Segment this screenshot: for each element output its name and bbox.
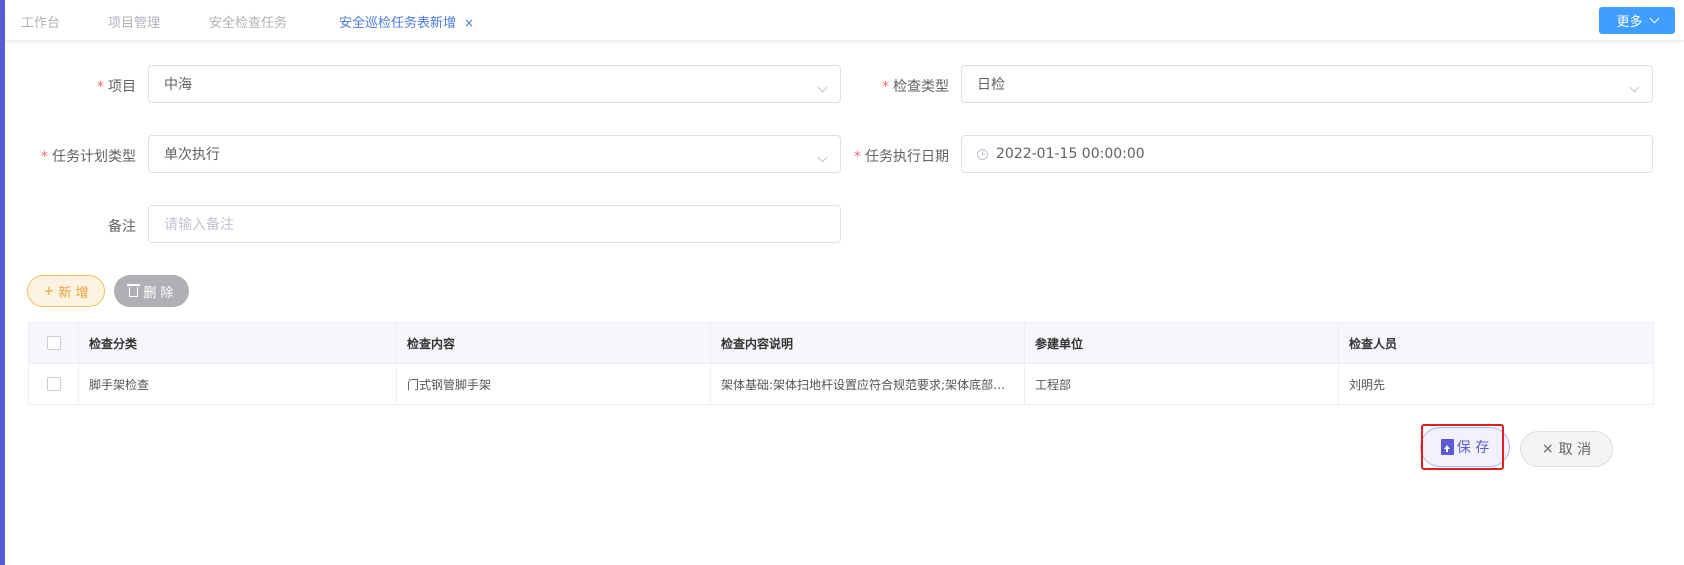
remark-placeholder: 请输入备注 (164, 217, 234, 233)
table-cell: 脚手架检查 (78, 363, 397, 405)
left-edge-bar (0, 0, 5, 565)
more-label: 更多 (1616, 15, 1643, 30)
exec-date-picker[interactable]: 2022-01-15 00:00:00 (961, 135, 1653, 173)
table-cell: 工程部 (1024, 363, 1339, 405)
clock-icon (977, 148, 988, 160)
column-header: 检查分类 (78, 322, 397, 364)
tab-safety-check-task[interactable]: 安全检查任务 (209, 12, 287, 31)
add-label: 新 增 (58, 285, 89, 301)
project-select[interactable]: 中海 (148, 65, 841, 103)
table-cell: 刘明先 (1338, 363, 1654, 405)
table-cell: 门式钢管脚手架 (396, 363, 711, 405)
tab-label: 安全巡检任务表新增 (339, 16, 457, 31)
row-checkbox[interactable] (28, 363, 79, 405)
check-type-label: * 检查类型 (882, 79, 949, 95)
file-upload-icon (1440, 439, 1454, 455)
close-icon[interactable]: × (464, 16, 474, 30)
tab-bar: 工作台 项目管理 安全检查任务 安全巡检任务表新增 × (5, 0, 1684, 41)
column-header: 检查人员 (1338, 322, 1654, 364)
project-label: * 项目 (97, 79, 136, 95)
table-header-row: 检查分类 检查内容 检查内容说明 参建单位 检查人员 (28, 322, 1654, 364)
exec-date-label: * 任务执行日期 (854, 149, 949, 165)
check-items-table: 检查分类 检查内容 检查内容说明 参建单位 检查人员 脚手架检查 门式钢管脚手架… (28, 322, 1654, 405)
check-type-value: 日检 (977, 77, 1005, 93)
delete-button[interactable]: 删 除 (114, 275, 189, 307)
plan-type-value: 单次执行 (164, 147, 220, 163)
check-type-select[interactable]: 日检 (961, 65, 1653, 103)
column-header: 检查内容 (396, 322, 711, 364)
tab-workbench[interactable]: 工作台 (21, 12, 60, 31)
chevron-down-icon (1629, 79, 1640, 95)
table-cell: 架体基础:架体扫地杆设置应符合规范要求;架体底部设置垫板和底座应符合规范要求 (710, 363, 1025, 405)
chevron-down-icon (1649, 13, 1659, 24)
select-all-checkbox[interactable] (28, 322, 79, 364)
remark-label: 备注 (108, 219, 136, 235)
more-button[interactable]: 更多 (1599, 7, 1675, 34)
chevron-down-icon (817, 149, 828, 165)
delete-label: 删 除 (143, 285, 174, 301)
cancel-button[interactable]: × 取 消 (1520, 431, 1613, 467)
plus-icon: + (43, 283, 55, 299)
save-button[interactable]: 保 存 (1420, 427, 1510, 467)
close-icon: × (1541, 441, 1554, 457)
remark-input[interactable]: 请输入备注 (148, 205, 841, 243)
table-row[interactable]: 脚手架检查 门式钢管脚手架 架体基础:架体扫地杆设置应符合规范要求;架体底部设置… (28, 363, 1654, 405)
trash-icon (127, 284, 141, 297)
project-value: 中海 (164, 77, 192, 93)
plan-type-select[interactable]: 单次执行 (148, 135, 841, 173)
column-header: 参建单位 (1024, 322, 1339, 364)
cancel-label: 取 消 (1558, 442, 1592, 458)
save-label: 保 存 (1456, 440, 1490, 456)
chevron-down-icon (817, 79, 828, 95)
exec-date-value: 2022-01-15 00:00:00 (996, 146, 1145, 162)
plan-type-label: * 任务计划类型 (41, 149, 136, 165)
tab-project-management[interactable]: 项目管理 (108, 12, 160, 31)
column-header: 检查内容说明 (710, 322, 1025, 364)
tab-safety-patrol-new[interactable]: 安全巡检任务表新增 × (339, 12, 474, 31)
add-button[interactable]: + 新 增 (27, 275, 105, 307)
